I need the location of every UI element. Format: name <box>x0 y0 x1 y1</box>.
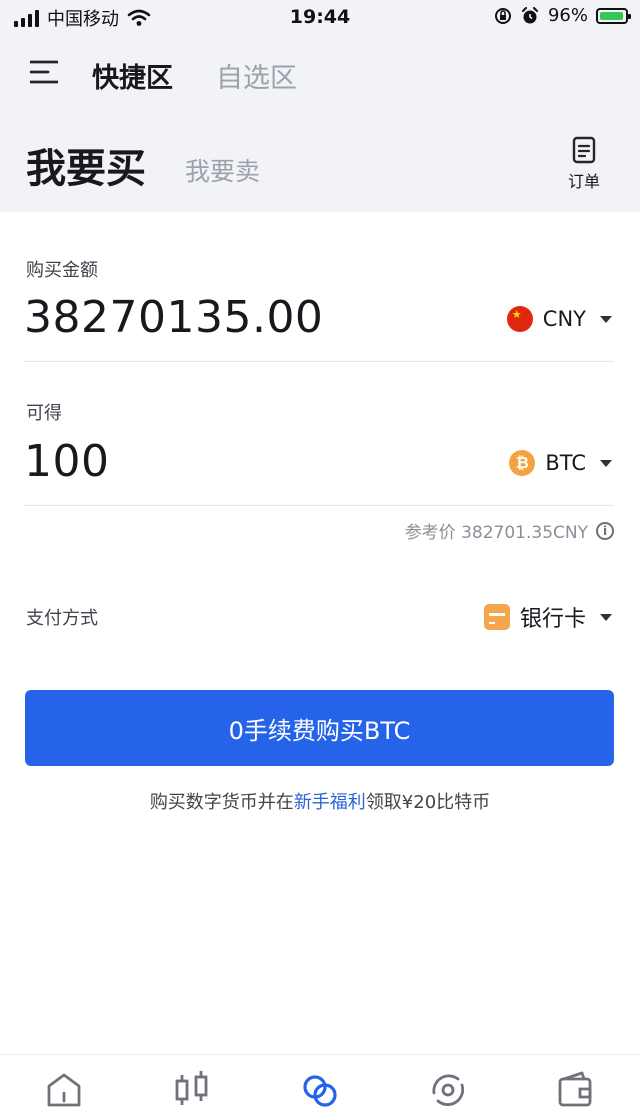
newbie-benefits-link[interactable]: 新手福利 <box>294 792 366 813</box>
divider <box>24 505 614 506</box>
status-bar: 中国移动 19:44 96% <box>0 0 640 36</box>
payment-method-selector[interactable]: 银行卡 <box>483 601 612 633</box>
amount-currency-label: CNY <box>542 307 586 331</box>
tab-buy[interactable]: 我要买 <box>26 136 146 194</box>
amount-currency-selector[interactable]: ★ CNY <box>506 306 612 332</box>
orientation-lock-icon <box>494 7 511 24</box>
divider <box>24 361 614 362</box>
battery-percent: 96% <box>547 5 588 26</box>
promo-text: 购买数字货币并在新手福利领取¥20比特币 <box>149 792 491 813</box>
payment-label: 支付方式 <box>26 608 98 629</box>
buy-btc-button[interactable]: 0手续费购买BTC <box>25 690 614 766</box>
receive-currency-selector[interactable]: ₿ BTC <box>509 450 612 476</box>
buy-sell-tabs: 我要买 我要卖 订单 <box>0 130 640 200</box>
chevron-down-icon <box>600 315 612 323</box>
orders-label: 订单 <box>567 172 600 191</box>
wallet-icon[interactable] <box>556 1071 596 1107</box>
reference-price-text: 参考价 382701.35CNY <box>404 523 588 543</box>
amount-input[interactable]: 38270135.00 <box>24 292 323 343</box>
order-document-icon <box>572 136 596 164</box>
bottom-nav <box>0 1054 640 1107</box>
receive-input[interactable]: 100 <box>24 436 109 487</box>
alarm-icon <box>521 6 538 23</box>
battery-icon <box>596 7 631 24</box>
payment-method-label: 银行卡 <box>519 607 586 632</box>
china-flag-icon: ★ <box>506 306 533 332</box>
receive-currency-label: BTC <box>545 451 586 475</box>
trade-icon[interactable] <box>300 1071 340 1107</box>
info-icon[interactable]: i <box>596 521 614 540</box>
bank-card-icon <box>483 604 510 630</box>
tab-optional-zone[interactable]: 自选区 <box>216 56 297 95</box>
tab-quick-zone[interactable]: 快捷区 <box>92 56 173 95</box>
chevron-down-icon <box>600 459 612 467</box>
market-icon[interactable] <box>172 1071 212 1107</box>
amount-label: 购买金额 <box>26 260 98 281</box>
menu-icon[interactable] <box>30 59 58 85</box>
orders-button[interactable]: 订单 <box>564 136 604 196</box>
top-nav: 快捷区 自选区 <box>0 50 640 96</box>
receive-label: 可得 <box>26 403 62 424</box>
bitcoin-icon: ₿ <box>509 450 536 476</box>
finance-icon[interactable] <box>428 1071 468 1107</box>
chevron-down-icon <box>600 613 612 621</box>
reference-price: 参考价 382701.35CNY i <box>405 518 614 543</box>
home-icon[interactable] <box>44 1071 84 1107</box>
tab-sell[interactable]: 我要卖 <box>185 152 260 188</box>
